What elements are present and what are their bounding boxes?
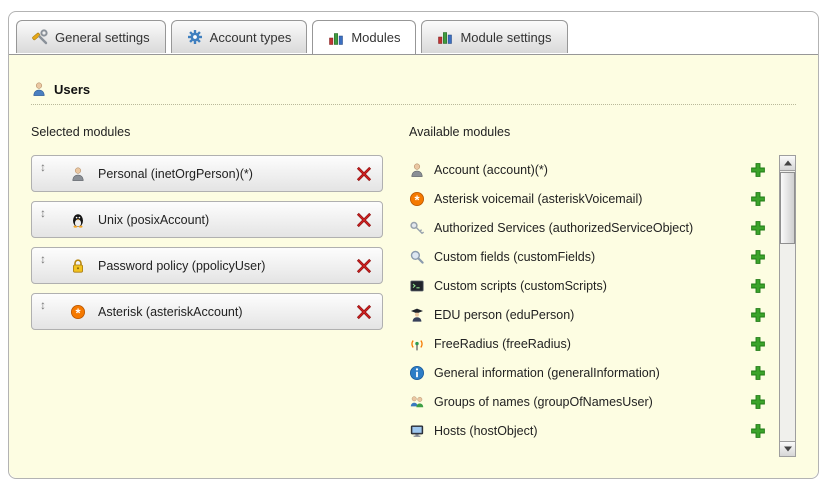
available-modules-list: Account (account)(*) * Asterisk voicemail … bbox=[409, 155, 766, 457]
module-label: General information (generalInformation) bbox=[434, 366, 660, 380]
drag-handle-icon[interactable]: ↕ bbox=[40, 206, 56, 220]
selected-modules-heading: Selected modules bbox=[31, 125, 383, 141]
tab-label: General settings bbox=[55, 30, 150, 45]
script-icon bbox=[409, 278, 425, 294]
drag-handle-icon[interactable]: ↕ bbox=[40, 160, 56, 174]
selected-module-row[interactable]: ↕ Unix (posixAccount) bbox=[31, 201, 383, 238]
lock-icon bbox=[70, 258, 86, 274]
modules-chart-icon bbox=[328, 30, 344, 46]
scrollbar[interactable] bbox=[779, 155, 796, 457]
module-label: Custom fields (customFields) bbox=[434, 250, 595, 264]
selected-module-row[interactable]: ↕ Password policy (ppolicyUser) bbox=[31, 247, 383, 284]
tab-bar: General settings Account types Modules M… bbox=[9, 12, 818, 54]
selected-modules-list: ↕ Personal (inetOrgPerson)(*) ↕ Unix (posix… bbox=[31, 155, 383, 330]
person-icon bbox=[70, 166, 86, 182]
tab-label: Module settings bbox=[460, 30, 551, 45]
asterisk-icon: * bbox=[70, 304, 86, 320]
available-module-row[interactable]: EDU person (eduPerson) bbox=[409, 300, 766, 329]
module-label: Unix (posixAccount) bbox=[98, 213, 209, 227]
remove-module-button[interactable] bbox=[356, 304, 372, 320]
config-frame: General settings Account types Modules M… bbox=[8, 11, 819, 479]
available-modules-heading: Available modules bbox=[409, 125, 796, 141]
add-module-button[interactable] bbox=[750, 249, 766, 265]
modules-columns: Selected modules ↕ Personal (inetOrgPerso… bbox=[31, 125, 796, 457]
person-icon bbox=[409, 162, 425, 178]
drag-handle-icon[interactable]: ↕ bbox=[40, 298, 56, 312]
available-module-row[interactable]: General information (generalInformation) bbox=[409, 358, 766, 387]
add-module-button[interactable] bbox=[750, 336, 766, 352]
available-module-row[interactable]: Account (account)(*) bbox=[409, 155, 766, 184]
magnifier-icon bbox=[409, 249, 425, 265]
available-modules-wrap: Account (account)(*) * Asterisk voicemail … bbox=[409, 155, 796, 457]
tab-general-settings[interactable]: General settings bbox=[16, 20, 166, 53]
available-module-row[interactable]: Custom scripts (customScripts) bbox=[409, 271, 766, 300]
modules-chart-icon bbox=[437, 29, 453, 45]
add-module-button[interactable] bbox=[750, 365, 766, 381]
available-module-row[interactable]: Hosts (hostObject) bbox=[409, 416, 766, 445]
add-module-button[interactable] bbox=[750, 162, 766, 178]
add-module-button[interactable] bbox=[750, 191, 766, 207]
tab-label: Modules bbox=[351, 30, 400, 45]
add-module-button[interactable] bbox=[750, 278, 766, 294]
user-blue-icon bbox=[31, 81, 47, 97]
available-module-row[interactable]: Authorized Services (authorizedServiceOb… bbox=[409, 213, 766, 242]
add-module-button[interactable] bbox=[750, 423, 766, 439]
info-icon bbox=[409, 365, 425, 381]
remove-module-button[interactable] bbox=[356, 258, 372, 274]
add-module-button[interactable] bbox=[750, 307, 766, 323]
module-label: Custom scripts (customScripts) bbox=[434, 279, 607, 293]
asterisk-icon: * bbox=[409, 191, 425, 207]
add-module-button[interactable] bbox=[750, 394, 766, 410]
graduate-icon bbox=[409, 307, 425, 323]
key-icon bbox=[409, 220, 425, 236]
module-label: FreeRadius (freeRadius) bbox=[434, 337, 571, 351]
tab-label: Account types bbox=[210, 30, 292, 45]
selected-modules-column: Selected modules ↕ Personal (inetOrgPerso… bbox=[31, 125, 383, 457]
penguin-icon bbox=[70, 212, 86, 228]
tab-account-types[interactable]: Account types bbox=[171, 20, 308, 53]
antenna-icon bbox=[409, 336, 425, 352]
available-module-row[interactable]: Groups of names (groupOfNamesUser) bbox=[409, 387, 766, 416]
selected-module-row[interactable]: ↕ * Asterisk (asteriskAccount) bbox=[31, 293, 383, 330]
remove-module-button[interactable] bbox=[356, 166, 372, 182]
users-section-heading: Users bbox=[31, 81, 796, 105]
module-label: Asterisk (asteriskAccount) bbox=[98, 305, 242, 319]
module-label: Account (account)(*) bbox=[434, 163, 548, 177]
module-label: Asterisk voicemail (asteriskVoicemail) bbox=[434, 192, 642, 206]
group-icon bbox=[409, 394, 425, 410]
module-label: Authorized Services (authorizedServiceOb… bbox=[434, 221, 693, 235]
gear-icon bbox=[187, 29, 203, 45]
module-label: Personal (inetOrgPerson)(*) bbox=[98, 167, 253, 181]
content-area: Users Selected modules ↕ Personal (inetOr… bbox=[9, 54, 818, 478]
tab-module-settings[interactable]: Module settings bbox=[421, 20, 567, 53]
module-label: Groups of names (groupOfNamesUser) bbox=[434, 395, 653, 409]
section-title: Users bbox=[54, 82, 90, 97]
available-modules-column: Available modules Account (account)(*)*A… bbox=[409, 125, 796, 457]
drag-handle-icon[interactable]: ↕ bbox=[40, 252, 56, 266]
scroll-down-button[interactable] bbox=[780, 441, 795, 456]
module-label: EDU person (eduPerson) bbox=[434, 308, 574, 322]
remove-module-button[interactable] bbox=[356, 212, 372, 228]
available-module-row[interactable]: * Asterisk voicemail (asteriskVoicemail) bbox=[409, 184, 766, 213]
tab-modules[interactable]: Modules bbox=[312, 20, 416, 54]
scroll-up-button[interactable] bbox=[780, 156, 795, 171]
available-module-row[interactable]: FreeRadius (freeRadius) bbox=[409, 329, 766, 358]
tools-icon bbox=[32, 29, 48, 45]
add-module-button[interactable] bbox=[750, 220, 766, 236]
module-label: Password policy (ppolicyUser) bbox=[98, 259, 265, 273]
scrollbar-thumb[interactable] bbox=[780, 172, 795, 244]
module-label: Hosts (hostObject) bbox=[434, 424, 538, 438]
computer-icon bbox=[409, 423, 425, 439]
available-module-row[interactable]: Custom fields (customFields) bbox=[409, 242, 766, 271]
selected-module-row[interactable]: ↕ Personal (inetOrgPerson)(*) bbox=[31, 155, 383, 192]
